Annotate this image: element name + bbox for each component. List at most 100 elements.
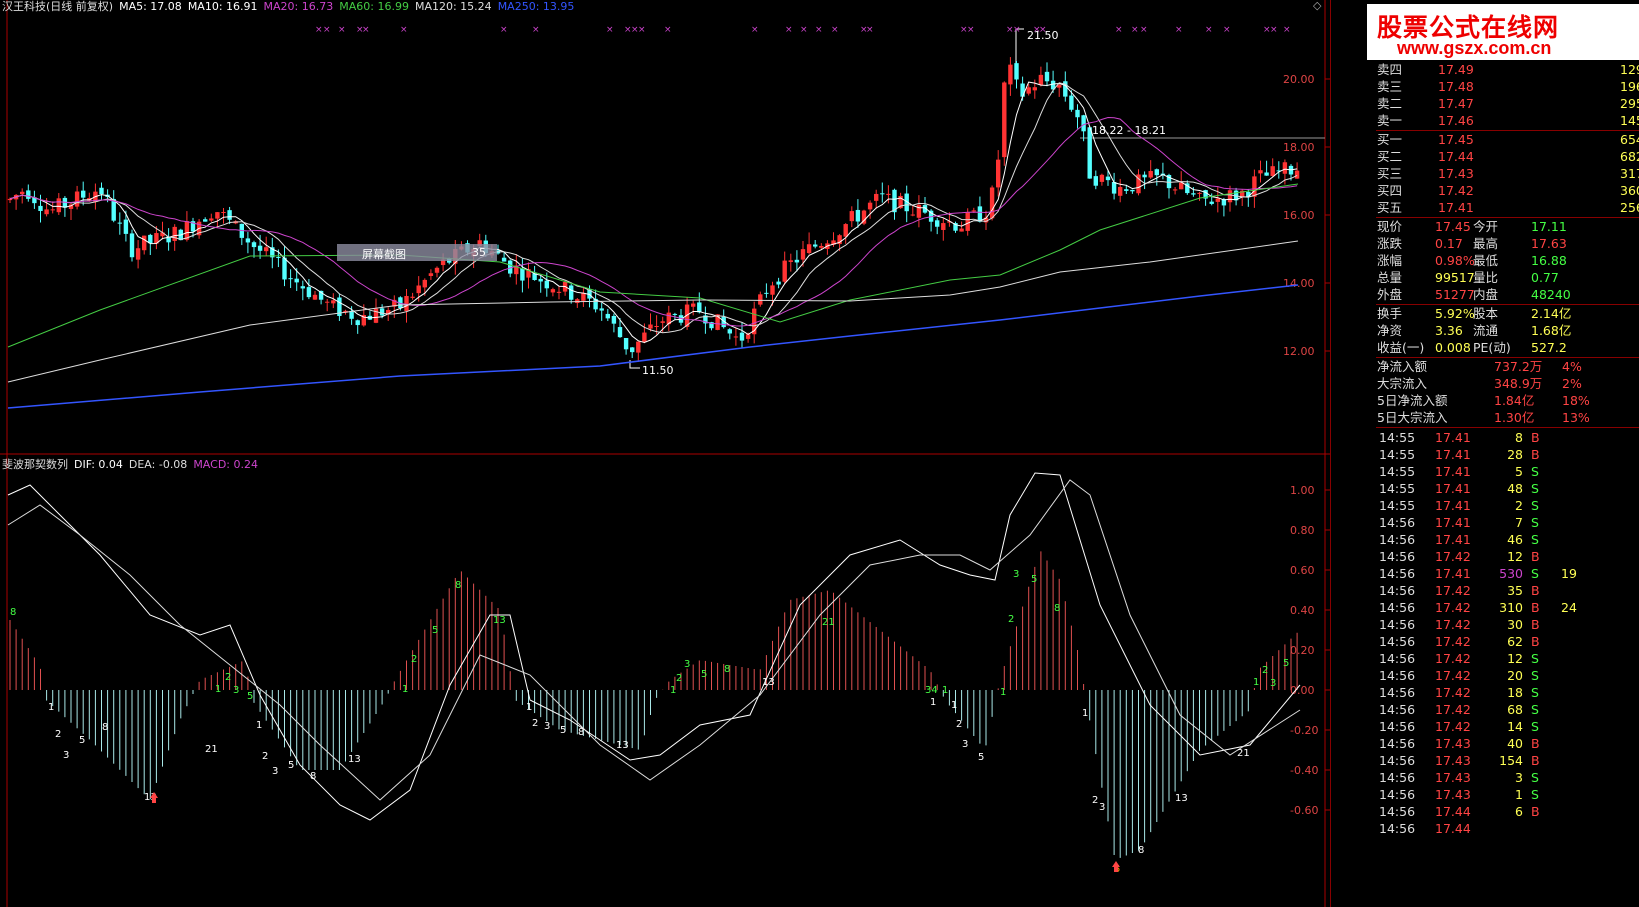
trade-price: 17.42 — [1435, 583, 1471, 598]
fib-mark: 1 — [48, 702, 54, 713]
trade-price: 17.43 — [1435, 736, 1471, 751]
candle-body — [38, 205, 43, 211]
ma-legend: MA5: 17.08 MA10: 16.91 MA20: 16.73 MA60: 16… — [119, 0, 580, 13]
candle-body — [282, 257, 287, 280]
trade-price: 17.44 — [1435, 804, 1471, 819]
candlestick-chart[interactable]: 20.0018.0016.0014.0012.00× × × ×× × × × × × × × × × ×… — [0, 0, 1330, 455]
candle-body — [910, 214, 915, 216]
ma250-line — [7, 284, 1299, 409]
trade-price: 17.42 — [1435, 668, 1471, 683]
candle-body — [867, 202, 873, 210]
trade-volume: 8 — [1515, 430, 1523, 445]
dif-line — [7, 472, 1301, 821]
candle-body — [172, 226, 177, 241]
ma-legend-item: MA10: 16.91 — [187, 0, 258, 13]
candle-body — [245, 238, 251, 243]
trade-price: 17.41 — [1435, 430, 1471, 445]
high-price-label: 21.50 — [1027, 29, 1059, 42]
candle-body — [81, 190, 86, 198]
bid-volume: 360 — [1620, 183, 1639, 198]
quote-row: 现价 17.45 今开 17.11 — [1331, 218, 1639, 235]
fib-mark: 8 — [1054, 603, 1060, 614]
chart-area[interactable]: 20.00 18.00 16.00 14.00 12.00 × × × × × × × × × × × × × × ×… — [0, 0, 1330, 907]
flow-percent: 18% — [1562, 393, 1590, 408]
trade-time: 14:56 — [1379, 600, 1416, 615]
bid-label: 买五 — [1377, 200, 1403, 215]
candle-body — [50, 209, 55, 211]
quote-label: 外盘 — [1377, 287, 1403, 302]
trade-row: 14:55 17.41 48 S — [1331, 480, 1639, 497]
main-chart-corner-icon[interactable]: ◇ — [1313, 0, 1321, 12]
candle-body — [227, 210, 232, 220]
trade-volume: 48 — [1507, 481, 1523, 496]
fib-mark: 1 — [942, 685, 948, 696]
fib-mark: 5 — [1283, 658, 1289, 669]
candle-body — [1105, 176, 1111, 181]
bid-price: 17.42 — [1438, 183, 1474, 198]
trade-volume: 12 — [1507, 549, 1523, 564]
ask-label: 卖一 — [1377, 113, 1403, 128]
flow-percent: 13% — [1562, 410, 1590, 425]
bid-price: 17.44 — [1438, 149, 1474, 164]
signal-mark: × — [1283, 25, 1291, 35]
candle-body — [880, 193, 885, 195]
ask-price: 17.46 — [1438, 113, 1474, 128]
candle-body — [727, 329, 732, 334]
small-label-35: 35 — [472, 246, 486, 259]
fib-mark: 1 — [951, 700, 957, 711]
candle-body — [1008, 64, 1013, 85]
candle-body — [142, 235, 147, 251]
watermark-logo: 股票公式在线网 www.gszx.com.cn — [1367, 4, 1639, 60]
dif-value: DIF: 0.04 — [74, 458, 123, 471]
macd-chart[interactable]: 1.20 1.00 0.80 0.60 0.40 0.20 0.00 -0.20 -0.40 -0… — [0, 455, 1330, 907]
fib-mark: 8 — [578, 727, 584, 738]
quote-row: 外盘 51277 内盘 48240 — [1331, 286, 1639, 303]
candle-body — [434, 267, 440, 273]
flow-value: 737.2万 — [1494, 359, 1543, 374]
signal-mark: × — [1223, 25, 1231, 35]
candle-body — [764, 292, 769, 294]
trade-row: 14:56 17.44 6 B — [1331, 803, 1639, 820]
candle-body — [776, 281, 781, 285]
trade-row: 14:56 17.41 530 S 19 — [1331, 565, 1639, 582]
fib-mark: 5 — [247, 691, 253, 702]
candle-body — [544, 280, 549, 289]
candle-body — [1002, 82, 1007, 158]
trade-time: 14:56 — [1379, 753, 1416, 768]
trade-side: S — [1531, 651, 1539, 666]
trade-side: B — [1531, 600, 1540, 615]
candle-body — [1130, 189, 1135, 192]
signal-mark: × — [800, 25, 808, 35]
trade-price: 17.41 — [1435, 532, 1471, 547]
trade-price: 17.42 — [1435, 702, 1471, 717]
bid-price: 17.45 — [1438, 132, 1474, 147]
signal-mark: × — [1140, 25, 1148, 35]
candle-body — [886, 193, 891, 195]
fib-mark: 8 — [310, 771, 316, 782]
ask-label: 卖二 — [1377, 96, 1403, 111]
quote-label: 现价 — [1377, 219, 1403, 234]
fib-mark: 8 — [724, 664, 730, 675]
trade-price: 17.42 — [1435, 617, 1471, 632]
fundamental-label: PE(动) — [1473, 340, 1511, 355]
candle-body — [1020, 83, 1025, 97]
trade-time: 14:56 — [1379, 634, 1416, 649]
candle-body — [300, 286, 305, 289]
logo-url: www.gszx.com.cn — [1397, 38, 1552, 58]
ask-price: 17.49 — [1438, 62, 1474, 77]
trade-time: 14:56 — [1379, 566, 1416, 581]
dea-line — [7, 479, 1301, 801]
price-tick-label: 18.00 — [1283, 141, 1315, 154]
candle-body — [672, 313, 678, 315]
candle-body — [1093, 176, 1098, 186]
quote-value: 17.63 — [1531, 236, 1567, 251]
fundamental-value: 3.36 — [1435, 323, 1463, 338]
candle-body — [1075, 109, 1080, 118]
bid-volume: 682 — [1620, 149, 1639, 164]
trade-time: 14:55 — [1379, 481, 1416, 496]
macd-tick-label: 0.40 — [1290, 604, 1315, 617]
bid-row: 买三 17.43 317 — [1331, 165, 1639, 182]
fib-mark: 2 — [1092, 795, 1098, 806]
trade-row: 14:56 17.43 1 S — [1331, 786, 1639, 803]
quote-row: 总量 99517 量比 0.77 — [1331, 269, 1639, 286]
